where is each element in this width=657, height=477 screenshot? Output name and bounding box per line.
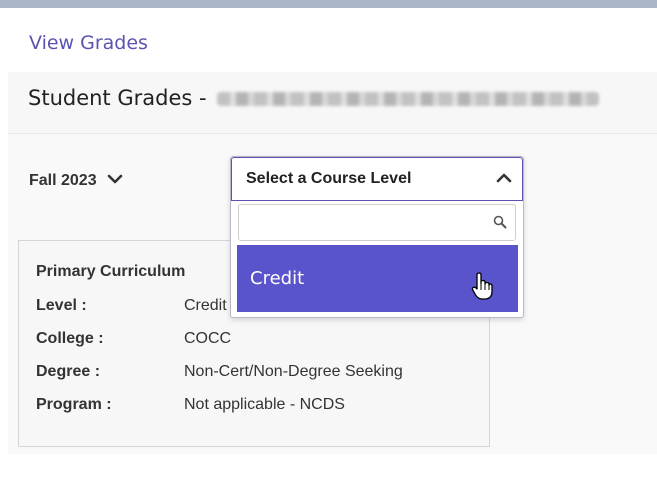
curriculum-value: Non-Cert/Non-Degree Seeking: [184, 363, 403, 380]
curriculum-value: COCC: [184, 330, 232, 347]
course-level-dropdown: Select a Course Level Credit: [230, 156, 524, 318]
course-level-search: [238, 204, 516, 241]
search-icon: [493, 215, 507, 234]
term-select[interactable]: Fall 2023: [29, 172, 123, 190]
page-title: Student Grades -: [28, 86, 600, 110]
course-level-label: Select a Course Level: [246, 170, 412, 187]
redacted-student-name: [217, 92, 600, 106]
curriculum-key: Program :: [36, 396, 112, 413]
top-bar: [0, 0, 657, 8]
curriculum-key: Level :: [36, 297, 87, 314]
chevron-up-icon: [496, 171, 512, 189]
curriculum-row-program: Program : Not applicable - NCDS: [36, 396, 345, 414]
curriculum-value: Credit: [184, 297, 227, 314]
page-title-text: Student Grades -: [28, 86, 214, 110]
course-level-option-label: Credit: [250, 268, 305, 289]
course-level-select[interactable]: Select a Course Level: [231, 157, 523, 201]
curriculum-value: Not applicable - NCDS: [184, 396, 345, 413]
course-level-option-credit[interactable]: Credit: [237, 245, 518, 312]
term-select-label: Fall 2023: [29, 172, 97, 189]
curriculum-row-degree: Degree : Non-Cert/Non-Degree Seeking: [36, 363, 403, 381]
curriculum-key: College :: [36, 330, 104, 347]
curriculum-title: Primary Curriculum: [36, 263, 186, 280]
hand-cursor-icon: [471, 271, 493, 306]
page-header: Student Grades -: [8, 72, 657, 134]
curriculum-key: Degree :: [36, 363, 101, 380]
curriculum-row-level: Level : Credit: [36, 297, 227, 315]
view-grades-link[interactable]: View Grades: [29, 32, 148, 54]
chevron-down-icon: [107, 172, 123, 190]
course-level-search-input[interactable]: [239, 205, 489, 240]
curriculum-row-college: College : COCC: [36, 330, 231, 348]
